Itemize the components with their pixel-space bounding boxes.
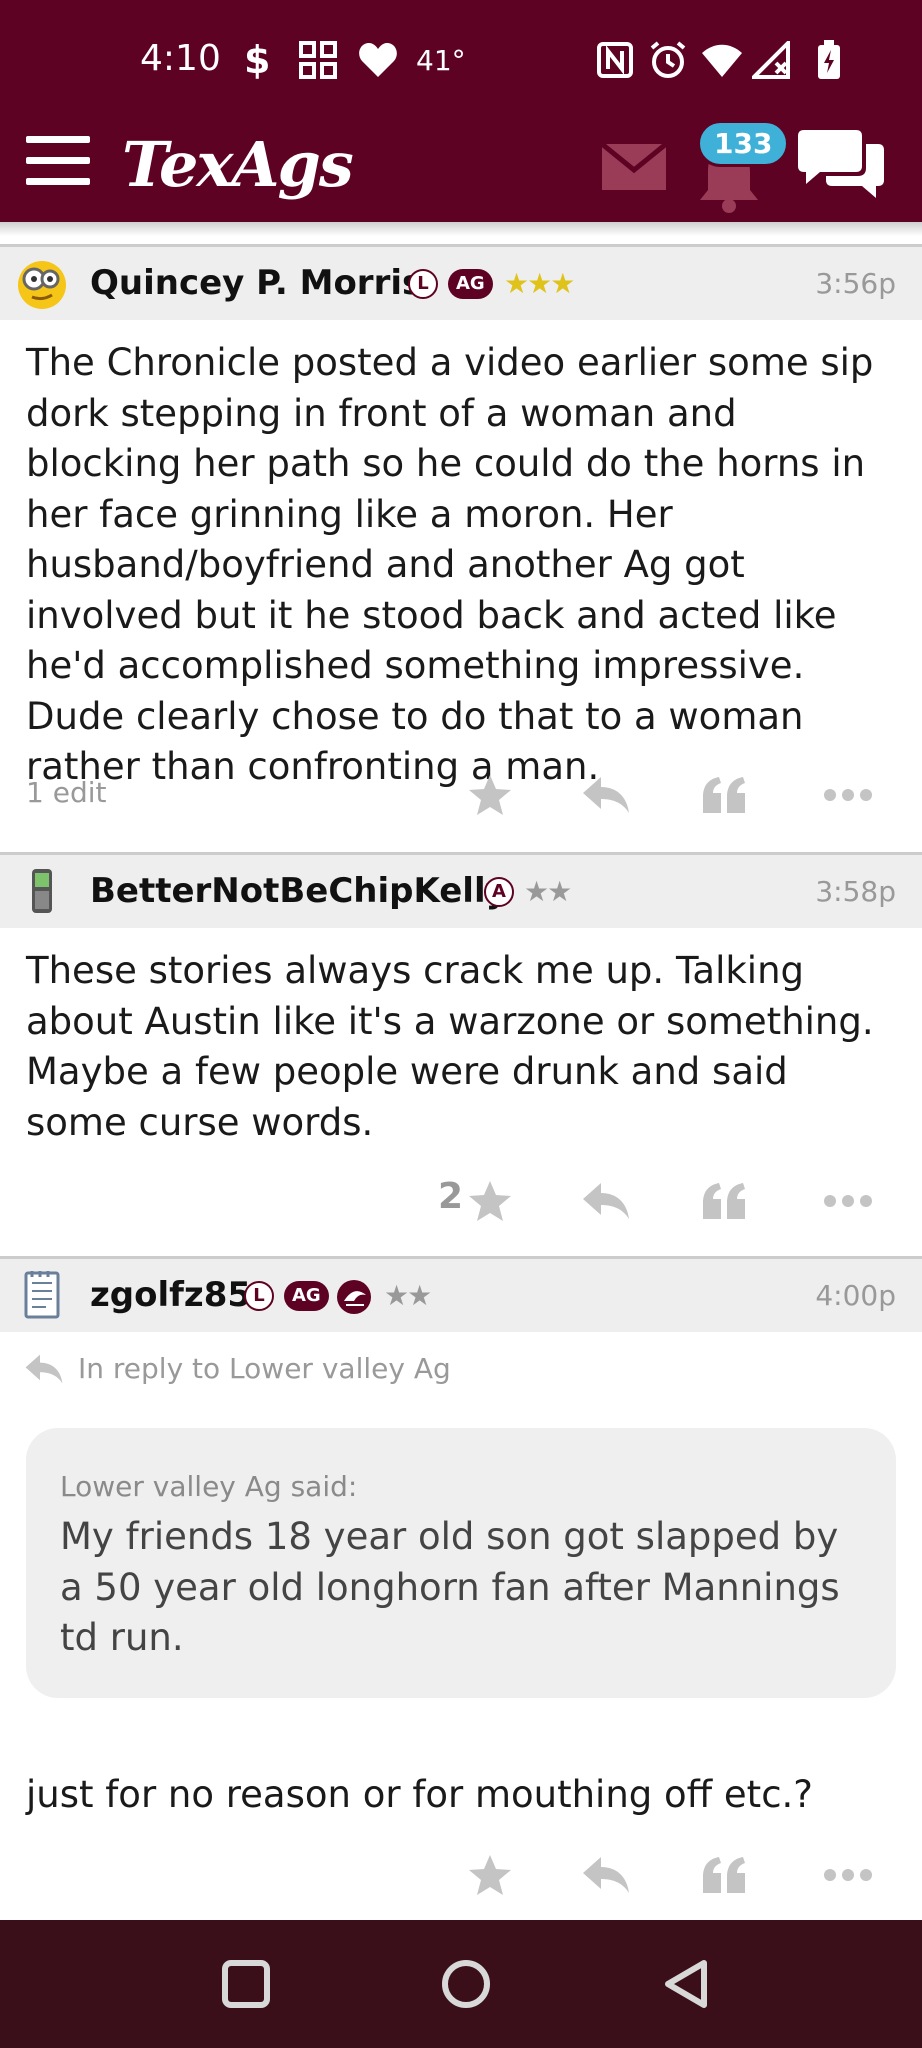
- dollar-icon: $: [244, 40, 270, 80]
- avatar[interactable]: [14, 1267, 70, 1323]
- post-username[interactable]: zgolfz85: [90, 1275, 251, 1315]
- more-icon[interactable]: [818, 770, 878, 820]
- post-header: Quincey P. Morris L AG ★★★ 3:56p: [0, 244, 922, 320]
- status-temperature: 41°: [416, 44, 466, 77]
- rating-stars: ★★★: [504, 267, 575, 300]
- reply-icon[interactable]: [576, 1850, 636, 1900]
- post-body: These stories always crack me up. Talkin…: [26, 949, 874, 1144]
- quote-icon[interactable]: [694, 770, 754, 820]
- back-icon[interactable]: [660, 1958, 712, 2010]
- team-emblem-icon: [336, 1279, 372, 1319]
- post-body: just for no reason or for mouthing off e…: [26, 1773, 813, 1816]
- lifetime-badge: L: [244, 1281, 274, 1311]
- reply-icon[interactable]: [576, 770, 636, 820]
- quote-author: Lower valley Ag said:: [60, 1470, 358, 1503]
- signal-icon: [752, 40, 792, 80]
- alarm-icon: [648, 40, 688, 80]
- star-icon[interactable]: [460, 1850, 520, 1900]
- mail-icon[interactable]: [600, 142, 668, 194]
- more-icon[interactable]: [818, 1176, 878, 1226]
- post-time[interactable]: 3:58p: [815, 875, 896, 908]
- top-bar: 4:10 $ 41° TexAgs 133: [0, 0, 922, 222]
- post-actions: 2: [0, 1166, 922, 1236]
- post-header: zgolfz85 L AG ★★ 4:00p: [0, 1256, 922, 1332]
- quote-icon[interactable]: [694, 1850, 754, 1900]
- header-shadow: [0, 222, 922, 236]
- grid-icon: [298, 40, 338, 80]
- heart-icon: [358, 40, 398, 80]
- reply-icon[interactable]: [576, 1176, 636, 1226]
- app-header: TexAgs 133: [0, 120, 922, 222]
- chat-icon[interactable]: [798, 126, 884, 204]
- post-time[interactable]: 3:56p: [815, 267, 896, 300]
- rating-stars: ★★: [524, 875, 572, 908]
- home-icon[interactable]: [440, 1958, 492, 2010]
- star-icon[interactable]: [460, 770, 520, 820]
- reply-to-link[interactable]: In reply to Lower valley Ag: [24, 1352, 451, 1385]
- more-icon[interactable]: [818, 1850, 878, 1900]
- aggie-badge: A: [484, 877, 514, 907]
- edit-note[interactable]: 1 edit: [26, 776, 106, 809]
- reply-to-text: In reply to Lower valley Ag: [78, 1352, 451, 1385]
- lifetime-badge: L: [408, 269, 438, 299]
- recents-icon[interactable]: [220, 1958, 272, 2010]
- reply-arrow-icon: [25, 1354, 63, 1383]
- ag-badge: AG: [284, 1281, 329, 1311]
- avatar[interactable]: [14, 863, 70, 919]
- rating-stars: ★★: [384, 1279, 432, 1312]
- star-icon[interactable]: [460, 1176, 520, 1226]
- ag-badge: AG: [448, 269, 493, 299]
- nfc-icon: [596, 40, 634, 80]
- battery-icon: [816, 40, 842, 80]
- quote-text: My friends 18 year old son got slapped b…: [60, 1515, 840, 1659]
- menu-icon[interactable]: [26, 136, 90, 188]
- quote-block: Lower valley Ag said: My friends 18 year…: [26, 1428, 896, 1698]
- texags-logo[interactable]: TexAgs: [122, 128, 354, 201]
- post-actions: [0, 1840, 922, 1910]
- post-header: BetterNotBeChipKelly A ★★ 3:58p: [0, 852, 922, 928]
- post-body: The Chronicle posted a video earlier som…: [26, 341, 874, 788]
- svg-text:$: $: [244, 40, 270, 80]
- status-bar: 4:10 $ 41°: [0, 0, 922, 120]
- avatar[interactable]: [14, 255, 70, 311]
- quote-icon[interactable]: [694, 1176, 754, 1226]
- post-time[interactable]: 4:00p: [815, 1279, 896, 1312]
- post-username[interactable]: Quincey P. Morris: [90, 263, 422, 303]
- status-time: 4:10: [140, 38, 221, 79]
- system-nav-bar: [0, 1920, 922, 2048]
- notification-count-badge[interactable]: 133: [697, 120, 790, 167]
- wifi-icon: [700, 40, 744, 80]
- post-username[interactable]: BetterNotBeChipKelly: [90, 871, 508, 911]
- post-actions: 1 edit: [0, 760, 922, 830]
